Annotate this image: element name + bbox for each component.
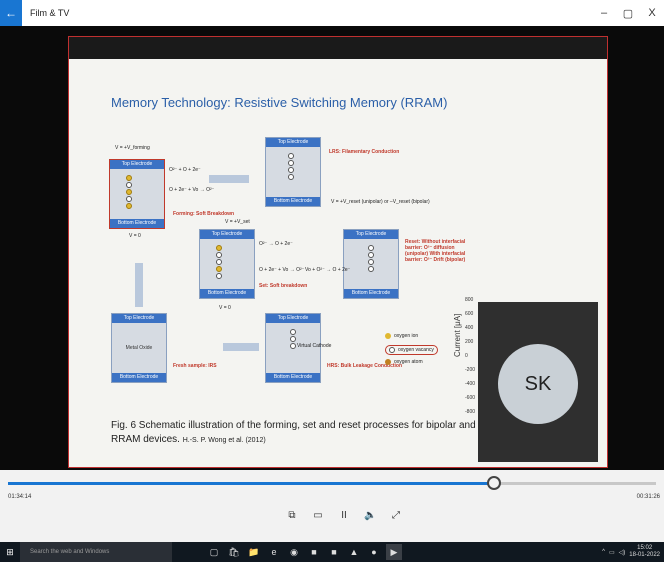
equation-1: O²⁻ + O + 2e⁻	[169, 167, 201, 173]
mini-view-icon[interactable]: ⧉	[286, 510, 298, 521]
volume-tray-icon[interactable]: ◁)	[619, 549, 626, 556]
arrow-up-icon	[135, 263, 143, 307]
volume-icon[interactable]: 🔈	[364, 510, 376, 521]
bottom-electrode: Bottom Electrode	[110, 219, 164, 228]
legend-oxygen-ion: oxygen ion	[385, 333, 418, 339]
app-title: Film & TV	[30, 8, 70, 18]
close-button[interactable]: X	[640, 0, 664, 26]
taskbar-search[interactable]: Search the web and Windows	[20, 542, 172, 562]
v-zero-label: V = 0	[129, 233, 141, 239]
seek-progress	[8, 482, 494, 485]
taskbar: ⊞ Search the web and Windows ▢ 🛍 📁 e ◉ ■…	[0, 542, 664, 562]
caption-reference: H.-S. P. Wong et al. (2012)	[182, 437, 266, 444]
current-time: 01:34:14	[8, 494, 32, 500]
slide-title: Memory Technology: Resistive Switching M…	[111, 95, 448, 110]
v-zero-label-2: V = 0	[219, 305, 231, 311]
set-label: Set: Soft breakdown	[259, 283, 308, 289]
chrome-icon[interactable]: ●	[366, 544, 382, 560]
reset-label: Reset: Without interfacial barrier: O²⁻ …	[405, 239, 466, 263]
store-icon[interactable]: 🛍	[226, 544, 242, 560]
back-arrow-icon[interactable]: ←	[0, 0, 22, 26]
clock[interactable]: 15:02 18-01-2022	[629, 545, 660, 559]
app-icon[interactable]: ■	[306, 544, 322, 560]
cell-reset: Top Electrode Bottom Electrode	[343, 229, 399, 299]
fresh-sample-label: Fresh sample: IRS	[173, 363, 217, 369]
remaining-time: 00:31:26	[636, 494, 660, 500]
chevron-up-icon[interactable]: ^	[602, 549, 605, 555]
system-tray: ^ ▭ ◁) 15:02 18-01-2022	[602, 542, 660, 562]
forming-label: Forming: Soft Breakdown	[173, 211, 235, 217]
participant-avatar: SK	[498, 344, 578, 424]
cell-fresh: Top Electrode Metal Oxide Bottom Electro…	[111, 313, 167, 383]
pause-icon[interactable]: II	[338, 510, 350, 521]
graph-y-label: Current [μA]	[453, 313, 462, 357]
cell-forming: Top Electrode Bottom Electrode	[109, 159, 165, 229]
fullscreen-icon[interactable]: ⤢	[390, 510, 402, 521]
minimize-button[interactable]: –	[592, 0, 616, 26]
virtual-cathode-label: Virtual Cathode	[297, 343, 332, 349]
title-bar: ← Film & TV – ▢ X	[0, 0, 664, 26]
v-forming-label: V = +V_forming	[115, 145, 150, 151]
cell-set: Top Electrode Bottom Electrode	[199, 229, 255, 299]
legend-oxygen-atom: oxygen atom	[385, 359, 423, 365]
oxygen-atom-icon	[385, 359, 391, 365]
aspect-ratio-icon[interactable]: ▭	[312, 510, 324, 521]
pdf-icon[interactable]: ▲	[346, 544, 362, 560]
video-area[interactable]: Memory Technology: Resistive Switching M…	[0, 26, 664, 470]
equation-2b: O + 2e⁻ + Vo → O²⁻	[259, 267, 305, 273]
network-icon[interactable]: ▭	[609, 549, 615, 556]
legend-oxygen-vacancy: oxygen vacancy	[385, 345, 438, 355]
v-set-label: V = +V_set	[225, 219, 250, 225]
task-view-icon[interactable]: ▢	[206, 544, 222, 560]
participant-tile[interactable]: SK	[478, 302, 598, 462]
lrs-label: LRS: Filamentary Conduction	[329, 149, 400, 155]
player-controls: 01:34:14 00:31:26 ⧉ ▭ II 🔈 ⤢	[0, 470, 664, 542]
top-electrode: Top Electrode	[110, 160, 164, 169]
oxygen-vacancy-icon	[389, 347, 395, 353]
film-tv-icon[interactable]: ▶	[386, 544, 402, 560]
arrow-right-icon	[209, 175, 249, 183]
v-reset-label: V = +V_reset (unipolar) or –V_reset (bip…	[331, 199, 430, 205]
caption-line-2: RRAM devices.	[111, 434, 180, 445]
cell-lrs: Top Electrode Bottom Electrode	[265, 137, 321, 207]
equation-3: O²⁻ → O + 2e⁻	[259, 241, 293, 247]
maximize-button[interactable]: ▢	[616, 0, 640, 26]
file-explorer-icon[interactable]: 📁	[246, 544, 262, 560]
windows-start-icon[interactable]: ⊞	[0, 542, 20, 562]
arrow-left-icon	[223, 343, 259, 351]
equation-2: O + 2e⁻ + Vo → O²⁻	[169, 187, 215, 193]
edge-icon[interactable]: e	[266, 544, 282, 560]
slide-top-bar	[69, 37, 607, 59]
equation-4: Vo + O²⁻ → O + 2e⁻	[305, 267, 351, 273]
app-icon[interactable]: ■	[326, 544, 342, 560]
seek-bar[interactable]	[8, 476, 656, 490]
seek-thumb[interactable]	[487, 476, 501, 490]
firefox-icon[interactable]: ◉	[286, 544, 302, 560]
oxygen-ion-icon	[385, 333, 391, 339]
